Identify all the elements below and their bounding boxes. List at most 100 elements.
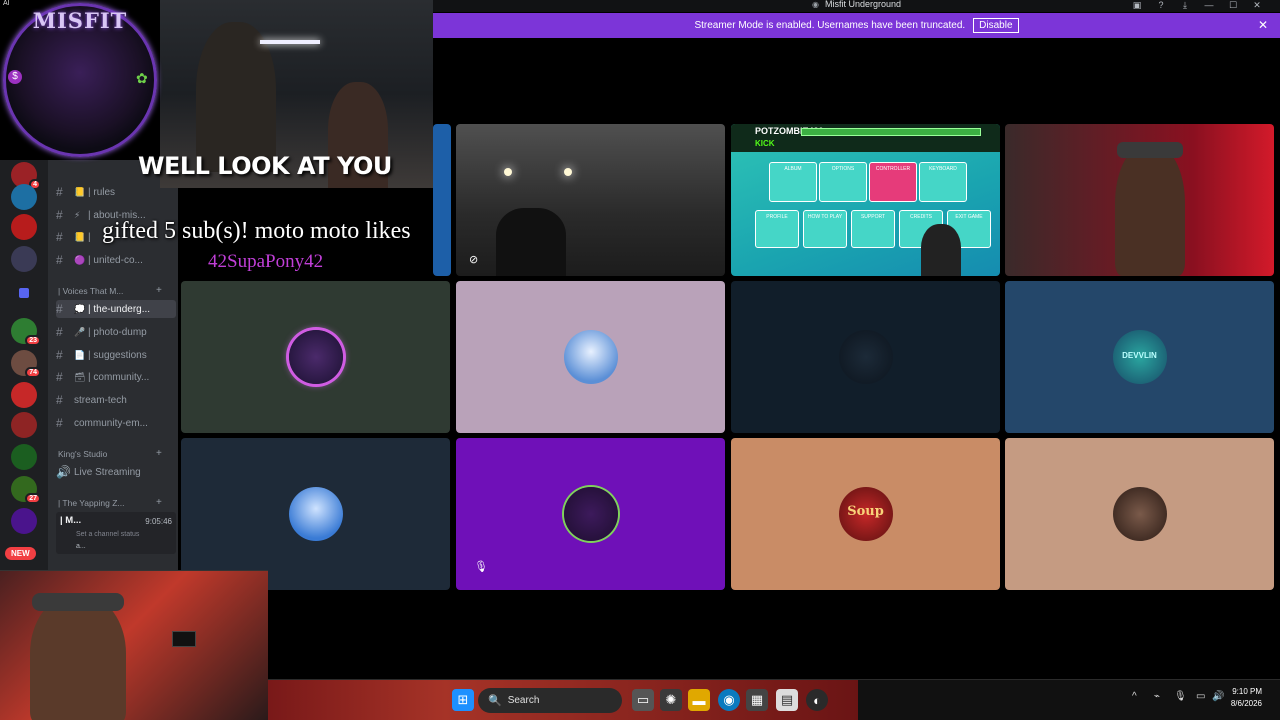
server-icon[interactable] xyxy=(11,246,37,272)
channel-photo-dump[interactable]: # 🎤 | photo-dump xyxy=(56,323,176,341)
hash-icon: # xyxy=(56,230,63,244)
participant-tile[interactable] xyxy=(1005,438,1274,590)
channel-label: | community... xyxy=(88,371,150,383)
category-label: King's Studio xyxy=(58,449,108,459)
copilot-icon[interactable]: ✺ xyxy=(660,689,682,711)
taskbar-search[interactable]: 🔍 Search xyxy=(478,688,622,713)
avatar-text: Soup xyxy=(847,504,884,519)
voice-user[interactable]: a... xyxy=(76,543,86,550)
new-badge: NEW xyxy=(5,547,36,560)
server-icon[interactable] xyxy=(11,412,37,438)
tray-chevron-icon[interactable]: ^ xyxy=(1132,691,1137,702)
server-icon[interactable] xyxy=(11,382,37,408)
hash-icon: # xyxy=(56,302,63,316)
voice-connection-panel[interactable]: | M... 9:05:46 Set a channel status a... xyxy=(56,512,176,554)
headband xyxy=(32,593,124,611)
add-channel-icon[interactable]: + xyxy=(156,285,162,296)
mic-muted-icon: ⊘ xyxy=(469,254,479,266)
hash-icon: # xyxy=(56,253,63,267)
dollar-icon: $ xyxy=(8,70,22,84)
download-icon[interactable]: ⤓ xyxy=(1173,0,1197,12)
hash-icon: # xyxy=(56,348,63,362)
server-icon[interactable] xyxy=(11,184,37,210)
participant-tile[interactable]: Soup xyxy=(731,438,1000,590)
participant-avatar xyxy=(288,330,343,384)
participant-tile[interactable] xyxy=(731,281,1000,433)
start-menu-icon[interactable]: ⊞ xyxy=(452,689,474,711)
windows-taskbar: ⊞ 🔍 Search ▭ ✺ ▬ ◉ ▦ ▤ ◐ ^ ⌁ 🎙 ▭ 🔊 9:10 P… xyxy=(268,679,1280,720)
microphone-icon[interactable]: 🎙 xyxy=(1174,691,1187,702)
channel-rules[interactable]: # 📒 | rules xyxy=(56,183,176,201)
channel-united[interactable]: # 🟣 | united-co... xyxy=(56,251,176,269)
server-icon[interactable]: 27 xyxy=(11,476,41,504)
channel-the-underground[interactable]: # 💭 | the-underg... xyxy=(56,300,176,318)
channel-community-em[interactable]: # community-em... xyxy=(56,414,176,432)
stream-header: POTZOMBIE420 KICK xyxy=(731,124,1000,152)
inbox-icon[interactable]: ▣ xyxy=(1125,0,1149,12)
participant-tile[interactable] xyxy=(181,281,450,433)
edge-icon[interactable]: ◉ xyxy=(718,689,740,711)
streamer-mode-message: Streamer Mode is enabled. Usernames have… xyxy=(694,20,966,31)
file-explorer-icon[interactable]: ▬ xyxy=(688,689,710,711)
participant-tile[interactable] xyxy=(456,281,725,433)
close-window-button[interactable]: ✕ xyxy=(1245,0,1269,12)
sub-alert-text: gifted 5 sub(s)! moto moto likes xyxy=(102,218,411,244)
disable-streamer-mode-button[interactable]: Disable xyxy=(973,18,1019,33)
channel-emoji: 🎤 xyxy=(74,326,86,337)
channel-emoji: 📒 xyxy=(74,186,86,197)
channel-suggestions[interactable]: # 📄 | suggestions xyxy=(56,346,176,364)
video-tile[interactable] xyxy=(433,124,451,276)
channel-status-prompt[interactable]: Set a channel status xyxy=(76,531,139,538)
channel-community[interactable]: # 🗃 | community... xyxy=(56,368,176,386)
light-fixture xyxy=(504,168,512,176)
mention-badge: 74 xyxy=(25,367,41,378)
add-channel-icon[interactable]: + xyxy=(156,448,162,459)
notepad-icon[interactable]: ▤ xyxy=(776,689,798,711)
speaker-icon: 🔊 xyxy=(56,465,71,479)
video-tile-webcam[interactable] xyxy=(1005,124,1274,276)
channel-live-streaming[interactable]: 🔊 Live Streaming xyxy=(56,463,176,481)
task-view-icon[interactable]: ▭ xyxy=(632,689,654,711)
menu-tile: HOW TO PLAY xyxy=(803,210,847,248)
video-tile-gameplay[interactable]: POTZOMBIE420 KICK ALBUM OPTIONS CONTROLL… xyxy=(731,124,1000,276)
volume-icon[interactable]: 🔊 xyxy=(1212,691,1224,702)
category-voices[interactable]: | Voices That M... + xyxy=(58,285,162,296)
menu-tile: ALBUM xyxy=(769,162,817,202)
channel-emoji: ⚡ xyxy=(74,209,81,220)
participant-tile[interactable]: 🎙 xyxy=(456,438,725,590)
hash-icon: # xyxy=(56,370,63,384)
voice-channel-name: | M... xyxy=(60,515,82,526)
help-icon[interactable]: ? xyxy=(1149,0,1173,12)
server-icon[interactable] xyxy=(11,508,37,534)
server-list: 4 23 74 27 xyxy=(0,160,48,572)
participant-tile[interactable] xyxy=(181,438,450,590)
obs-icon[interactable]: ◐ xyxy=(806,689,828,711)
channel-label: stream-tech xyxy=(74,394,127,406)
display-icon[interactable]: ▭ xyxy=(1196,691,1205,702)
minimize-button[interactable]: — xyxy=(1197,0,1221,12)
channel-label: community-em... xyxy=(74,417,148,429)
server-icon[interactable] xyxy=(11,214,37,240)
progress-bar xyxy=(801,128,981,136)
server-icon[interactable]: 23 xyxy=(11,318,41,346)
streamer-mode-banner: Streamer Mode is enabled. Usernames have… xyxy=(433,13,1280,38)
maximize-button[interactable]: ☐ xyxy=(1221,0,1245,12)
participant-avatar: Soup xyxy=(838,487,893,541)
server-icon[interactable] xyxy=(11,444,37,470)
store-icon[interactable]: ▦ xyxy=(746,689,768,711)
category-kings-studio[interactable]: King's Studio + xyxy=(58,448,162,459)
channel-label: | rules xyxy=(88,186,116,198)
mention-badge: 23 xyxy=(25,335,41,346)
participant-tile[interactable]: DEVVLIN xyxy=(1005,281,1274,433)
mic-muted-icon: 🎙 xyxy=(474,561,488,573)
channel-stream-tech[interactable]: # stream-tech xyxy=(56,391,176,409)
category-yapping[interactable]: | The Yapping Z... + xyxy=(58,497,162,508)
close-banner-icon[interactable]: ✕ xyxy=(1258,18,1268,32)
video-tile-room[interactable]: ⊘ xyxy=(456,124,725,276)
clock-date: 8/6/2026 xyxy=(1230,699,1262,708)
folder-icon[interactable] xyxy=(19,288,29,298)
system-clock[interactable]: 9:10 PM 8/6/2026 xyxy=(1231,686,1262,710)
network-icon[interactable]: ⌁ xyxy=(1154,691,1160,702)
server-icon[interactable]: 74 xyxy=(11,350,41,378)
add-channel-icon[interactable]: + xyxy=(156,497,162,508)
